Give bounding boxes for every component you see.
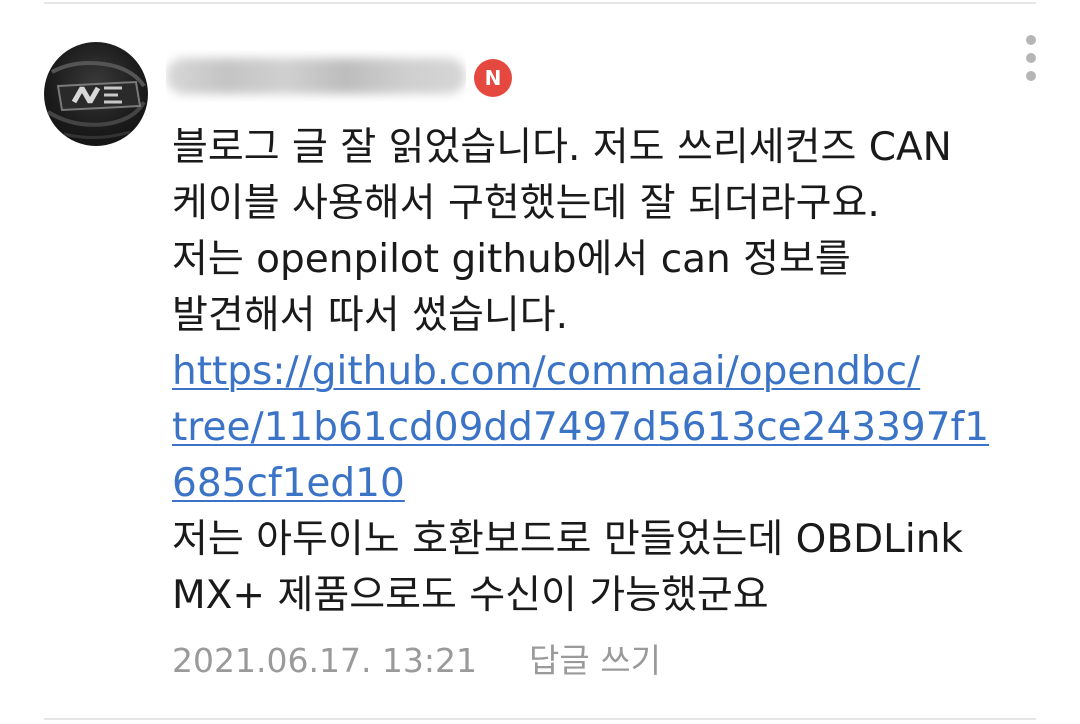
comment-text-line: 저는 아두이노 호환보드로 만들었는데 OBDLink bbox=[172, 517, 964, 562]
github-link[interactable]: tree/11b61cd09dd7497d5613ce243397f1 bbox=[172, 400, 1052, 456]
comment-timestamp: 2021.06.17. 13:21 bbox=[172, 641, 478, 680]
comment-meta: 2021.06.17. 13:21 답글 쓰기 bbox=[172, 636, 661, 686]
naver-badge-icon: N bbox=[474, 59, 512, 97]
comment-item: N 블로그 글 잘 읽었습니다. 저도 쓰리세컨즈 CAN 케이블 사용해서 구… bbox=[0, 0, 1080, 724]
github-link[interactable]: 685cf1ed10 bbox=[172, 456, 1052, 512]
car-badge-icon bbox=[46, 61, 146, 140]
author-name[interactable] bbox=[166, 50, 466, 102]
github-link[interactable]: https://github.com/commaai/opendbc/ bbox=[172, 344, 1052, 400]
comment-text-line: 저는 openpilot github에서 can 정보를 bbox=[172, 237, 851, 282]
comment-body: 블로그 글 잘 읽었습니다. 저도 쓰리세컨즈 CAN 케이블 사용해서 구현했… bbox=[172, 120, 1052, 624]
comment-text-line: 발견해서 따서 썼습니다. bbox=[172, 293, 568, 338]
blurred-author-name bbox=[166, 58, 466, 94]
vertical-ellipsis-icon[interactable] bbox=[1012, 30, 1050, 86]
bottom-divider bbox=[44, 718, 1036, 720]
reply-button[interactable]: 답글 쓰기 bbox=[529, 641, 661, 680]
comment-text-line: 블로그 글 잘 읽었습니다. 저도 쓰리세컨즈 CAN bbox=[172, 125, 952, 170]
avatar[interactable] bbox=[44, 42, 148, 146]
comment-text-line: MX+ 제품으로도 수신이 가능했군요 bbox=[172, 573, 769, 618]
comment-text-line: 케이블 사용해서 구현했는데 잘 되더라구요. bbox=[172, 181, 880, 226]
